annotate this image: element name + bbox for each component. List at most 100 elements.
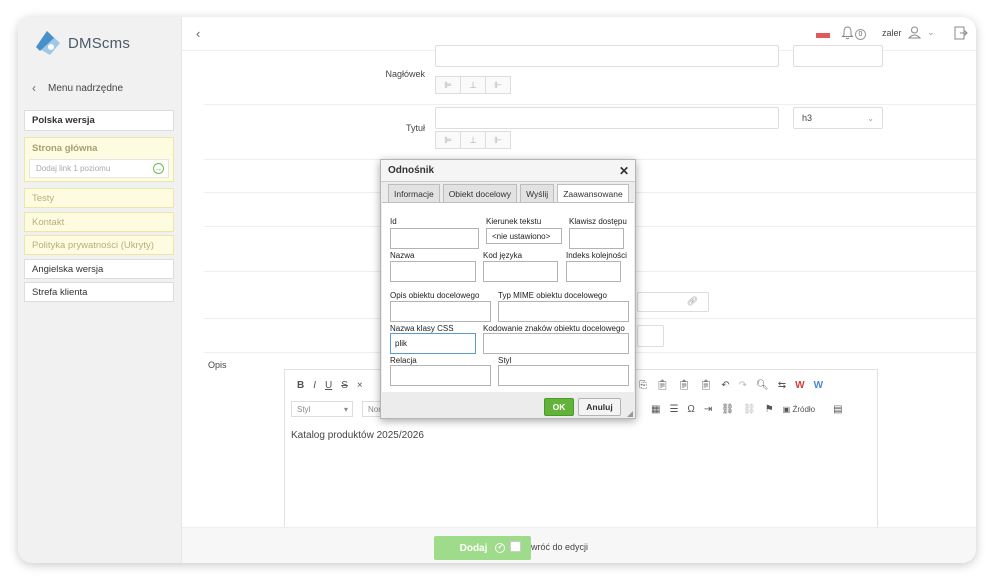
- heading-level-value: h3: [802, 113, 813, 123]
- mime-type-input[interactable]: [498, 301, 629, 322]
- paste-word-icon[interactable]: 📋︎: [700, 380, 713, 391]
- header-label: Nagłówek: [385, 69, 425, 79]
- style-label: Styl: [498, 356, 512, 365]
- sidebar-item-tests[interactable]: Testy: [24, 188, 174, 208]
- sidebar-item-privacy-policy[interactable]: Polityka prywatności (Ukryty): [24, 235, 174, 255]
- tab-target[interactable]: Obiekt docelowy: [442, 184, 518, 202]
- unlink-icon[interactable]: ⛓: [743, 404, 756, 415]
- username[interactable]: zaler: [882, 28, 902, 38]
- target-desc-label: Opis obiektu docelowego: [390, 291, 480, 300]
- dialog-footer: OK Anuluj: [381, 393, 635, 419]
- preview-icon[interactable]: ▤: [833, 404, 842, 415]
- copy-icon[interactable]: ⎘: [639, 380, 647, 391]
- dialog-title[interactable]: Odnośnik ✕: [381, 160, 635, 182]
- title-label: Tytuł: [405, 123, 425, 133]
- notification-count: 0: [855, 29, 866, 40]
- tab-index-input[interactable]: [566, 261, 621, 282]
- undo-icon[interactable]: ↶: [721, 380, 729, 391]
- add-link-input[interactable]: Dodaj link 1 poziomu →: [29, 159, 169, 178]
- style-input[interactable]: [498, 365, 629, 386]
- back-to-edit-checkbox[interactable]: [510, 541, 521, 552]
- bottom-action-bar: Dodaj ✓ wróć do edycji: [182, 527, 976, 563]
- paste-text-icon[interactable]: 📋︎: [678, 380, 691, 391]
- logout-icon[interactable]: [954, 26, 968, 40]
- replace-icon[interactable]: ⇆: [778, 380, 786, 391]
- lang-code-label: Kod języka: [483, 251, 523, 260]
- sidebar-item-polish-version[interactable]: Polska wersja: [24, 110, 174, 131]
- sidebar-group-main-page: Strona główna Dodaj link 1 poziomu →: [24, 137, 174, 182]
- header-input[interactable]: [435, 45, 779, 67]
- app-name: DMScms: [68, 34, 131, 52]
- source-button[interactable]: ▣ Źródło: [783, 405, 824, 414]
- sidebar-item-contact[interactable]: Kontakt: [24, 212, 174, 232]
- anchor-icon[interactable]: ⚑: [765, 404, 774, 415]
- lang-code-input[interactable]: [483, 261, 558, 282]
- scayt-icon[interactable]: W: [814, 380, 823, 391]
- editor-content[interactable]: Katalog produktów 2025/2026: [291, 430, 424, 441]
- link-dialog: Odnośnik ✕ Informacje Obiekt docelowy Wy…: [380, 159, 636, 419]
- language-flag-icon[interactable]: [816, 33, 830, 38]
- sidebar-item-client-zone[interactable]: Strefa klienta: [24, 282, 174, 302]
- align-right-icon[interactable]: ⊩: [485, 76, 511, 94]
- align-center-icon[interactable]: ⊥: [460, 76, 486, 94]
- relation-input[interactable]: [390, 365, 491, 386]
- parent-menu-link[interactable]: ‹ Menu nadrzędne: [32, 81, 123, 95]
- tab-advanced[interactable]: Zaawansowane: [557, 184, 629, 203]
- css-class-input[interactable]: plik: [390, 333, 476, 354]
- link-icon[interactable]: 🔗︎: [687, 296, 698, 307]
- access-key-input[interactable]: [569, 228, 624, 249]
- mime-type-label: Typ MIME obiektu docelowego: [498, 291, 607, 300]
- link-icon[interactable]: ⛓: [721, 404, 734, 415]
- align-left-icon[interactable]: ⊫: [435, 131, 461, 149]
- table-icon[interactable]: ▦: [651, 404, 660, 415]
- target-desc-input[interactable]: [390, 301, 491, 322]
- heading-level-select[interactable]: h3 ⌄: [793, 107, 883, 129]
- underline-button[interactable]: U: [325, 380, 332, 391]
- style-select[interactable]: Styl ▾: [291, 401, 353, 417]
- sidebar-item-main-page[interactable]: Strona główna: [32, 143, 97, 154]
- description-label: Opis: [208, 360, 227, 370]
- ok-button[interactable]: OK: [544, 398, 574, 416]
- charset-label: Kodowanie znaków obiektu docelowego: [483, 324, 625, 333]
- id-input[interactable]: [390, 228, 479, 249]
- strikethrough-button[interactable]: S: [341, 380, 348, 391]
- special-char-icon[interactable]: Ω: [687, 404, 694, 415]
- paste-icon[interactable]: 📋︎: [656, 380, 669, 391]
- bell-icon[interactable]: [841, 26, 854, 40]
- text-direction-select[interactable]: <nie ustawiono>: [486, 228, 562, 244]
- resize-handle[interactable]: [627, 411, 633, 417]
- subscript-button[interactable]: ×: [357, 380, 363, 391]
- app-logo[interactable]: DMScms: [32, 29, 130, 57]
- tab-upload[interactable]: Wyślij: [520, 184, 555, 202]
- chevron-down-icon[interactable]: ⌄: [927, 27, 935, 38]
- name-input[interactable]: [390, 261, 476, 282]
- redo-icon[interactable]: ↷: [739, 380, 747, 391]
- title-input[interactable]: [435, 107, 779, 129]
- ods-field[interactable]: [637, 325, 664, 347]
- access-key-label: Klawisz dostępu: [569, 217, 627, 226]
- cancel-button[interactable]: Anuluj: [578, 398, 621, 416]
- add-link-placeholder: Dodaj link 1 poziomu: [36, 164, 111, 173]
- header-level-select[interactable]: [793, 45, 883, 67]
- back-to-edit-label: wróć do edycji: [531, 542, 589, 552]
- url-field[interactable]: 🔗︎: [637, 292, 709, 312]
- spellcheck-icon[interactable]: W: [795, 380, 804, 391]
- align-right-icon[interactable]: ⊩: [485, 131, 511, 149]
- collapse-sidebar-icon[interactable]: ‹: [196, 26, 200, 41]
- align-left-icon[interactable]: ⊫: [435, 76, 461, 94]
- find-icon[interactable]: 🔍︎: [756, 380, 769, 391]
- arrow-right-icon[interactable]: →: [153, 163, 164, 174]
- pagebreak-icon[interactable]: ⇥: [704, 404, 712, 415]
- align-center-icon[interactable]: ⊥: [460, 131, 486, 149]
- tab-info[interactable]: Informacje: [388, 184, 440, 202]
- logo-icon: [36, 31, 60, 55]
- sidebar-item-english-version[interactable]: Angielska wersja: [24, 259, 174, 279]
- charset-input[interactable]: [483, 333, 629, 354]
- sidebar: DMScms ‹ Menu nadrzędne Polska wersja St…: [18, 17, 182, 563]
- user-icon[interactable]: [908, 26, 921, 39]
- close-icon[interactable]: ✕: [619, 164, 629, 178]
- italic-button[interactable]: I: [313, 380, 316, 391]
- hr-icon[interactable]: ☰: [669, 404, 678, 415]
- bold-button[interactable]: B: [297, 380, 304, 391]
- parent-menu-label: Menu nadrzędne: [48, 82, 124, 94]
